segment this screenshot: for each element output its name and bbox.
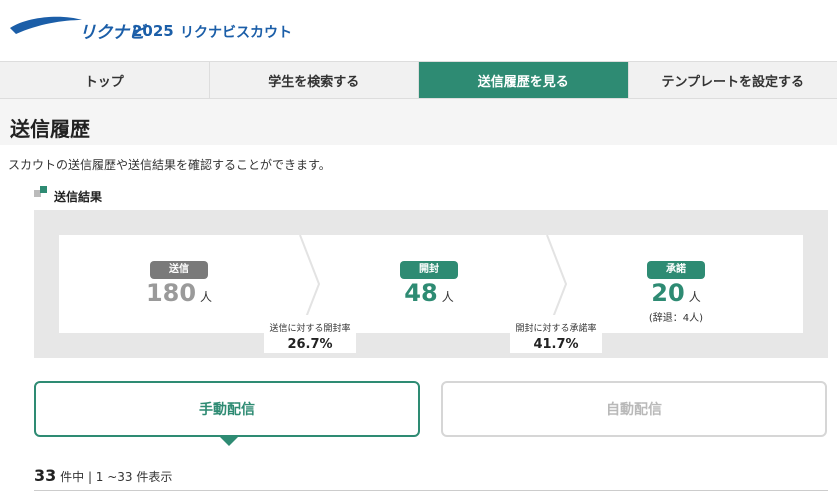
sent-count: 180 xyxy=(145,279,197,307)
total-count: 33 xyxy=(34,466,57,485)
accepted-count: 20 xyxy=(651,279,685,307)
stat-sent: 送信 180 人 xyxy=(119,257,239,307)
opened-count: 48 xyxy=(404,279,438,307)
badge-opened: 開封 xyxy=(400,261,458,279)
declined-count: (辞退：4人) xyxy=(648,313,704,324)
manual-delivery-button[interactable]: 手動配信 xyxy=(34,381,420,437)
logo-subtitle: リクナビスカウト xyxy=(180,25,292,41)
badge-sent: 送信 xyxy=(150,261,208,279)
tab-template-settings[interactable]: テンプレートを設定する xyxy=(629,62,837,98)
active-indicator-icon xyxy=(220,437,238,446)
accept-rate-value: 41.7% xyxy=(533,337,579,352)
results-panel: 送信 180 人 開封 48 人 承諾 20 人 (辞退：4人) 送信に対する開封率 … xyxy=(34,210,828,358)
section-title: 送信結果 xyxy=(54,190,103,204)
stat-opened: 開封 48 人 xyxy=(369,257,489,307)
open-rate-value: 26.7% xyxy=(287,337,333,352)
logo-year: 2025 xyxy=(132,22,174,40)
results-inner: 送信 180 人 開封 48 人 承諾 20 人 (辞退：4人) xyxy=(59,235,803,333)
page-description: スカウトの送信履歴や送信結果を確認することができます。 xyxy=(8,158,331,172)
result-count: 33 件中 | 1 ~33 件表示 xyxy=(34,466,172,485)
open-rate-label: 送信に対する開封率 xyxy=(269,324,351,334)
accepted-unit: 人 xyxy=(688,290,701,304)
title-band: 送信履歴 xyxy=(0,99,837,145)
tab-send-history[interactable]: 送信履歴を見る xyxy=(419,62,629,98)
stat-accepted: 承諾 20 人 (辞退：4人) xyxy=(616,257,736,324)
logo-swoosh-icon xyxy=(10,16,82,34)
opened-unit: 人 xyxy=(441,290,454,304)
tab-search-students[interactable]: 学生を検索する xyxy=(210,62,419,98)
divider xyxy=(34,490,828,491)
auto-delivery-button[interactable]: 自動配信 xyxy=(441,381,827,437)
total-suffix: 件中 xyxy=(60,470,85,484)
badge-accepted: 承諾 xyxy=(647,261,705,279)
display-range: | 1 ~33 件表示 xyxy=(87,470,173,484)
sent-unit: 人 xyxy=(200,290,213,304)
tab-top[interactable]: トップ xyxy=(0,62,210,98)
page-title: 送信履歴 xyxy=(10,117,90,141)
header: リクナビ 2025 リクナビスカウト xyxy=(0,0,837,60)
main-nav: トップ 学生を検索する 送信履歴を見る テンプレートを設定する xyxy=(0,61,837,99)
section-marker-icon xyxy=(34,186,47,197)
open-rate: 送信に対する開封率 26.7% xyxy=(264,315,356,353)
accept-rate: 開封に対する承諾率 41.7% xyxy=(510,315,602,353)
accept-rate-label: 開封に対する承諾率 xyxy=(515,324,597,334)
